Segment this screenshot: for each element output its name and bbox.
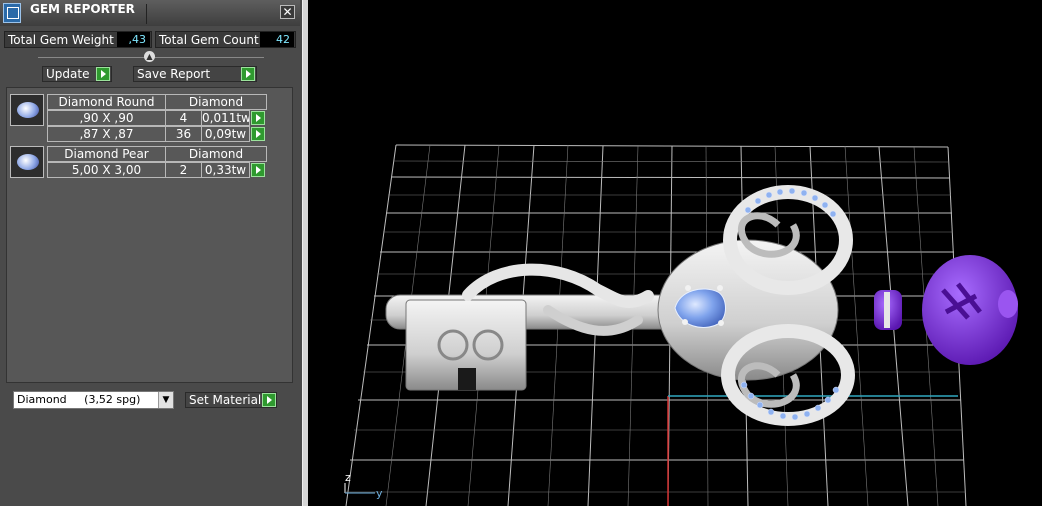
key-model[interactable] — [385, 185, 1018, 426]
gem-count-cell: 4 — [165, 110, 202, 126]
total-gem-weight-text: Total Gem Weight — [8, 33, 114, 47]
prong — [717, 285, 723, 291]
save-report-button-label: Save Report — [137, 67, 211, 81]
collapse-toggle-icon[interactable]: ▲ — [144, 51, 155, 62]
gem-row-go-icon[interactable] — [251, 127, 265, 141]
gem-size-cell: ,90 X ,90 — [47, 110, 166, 126]
gem-size-cell: 5,00 X 3,00 — [47, 162, 166, 178]
axis-y-label: y — [376, 487, 383, 500]
gem-name-cell: Diamond Round — [47, 94, 166, 110]
title-separator — [146, 4, 147, 24]
gem-count-cell: 2 — [165, 162, 202, 178]
gem-row-go-icon[interactable] — [251, 111, 265, 125]
axis-gizmo: z y — [344, 471, 383, 500]
gem-weight-cell: 0,011tw — [201, 110, 250, 126]
gem-count-cell: 36 — [165, 126, 202, 142]
key-bit-notch — [458, 368, 476, 390]
material-select[interactable]: Diamond (3,52 spg) ▼ — [13, 391, 174, 409]
axis-z-label: z — [345, 471, 351, 484]
set-material-button[interactable]: Set Material — [185, 392, 277, 408]
close-button[interactable]: ✕ — [280, 5, 295, 19]
material-select-value: Diamond (3,52 spg) — [17, 393, 141, 406]
pear-gem-icon — [10, 146, 44, 178]
save-report-go-icon[interactable] — [241, 67, 255, 81]
gem-weight-cell: 0,33tw — [201, 162, 250, 178]
set-material-go-icon[interactable] — [262, 393, 276, 407]
title-bar: GEM REPORTER ✕ — [0, 0, 300, 26]
round-gem-icon — [10, 94, 44, 126]
gem-name-cell: Diamond Pear — [47, 146, 166, 162]
gem-size-cell: ,87 X ,87 — [47, 126, 166, 142]
app-icon — [3, 3, 21, 23]
total-gem-count-value: 42 — [260, 32, 294, 47]
set-material-button-label: Set Material — [189, 393, 262, 407]
bail-ring — [884, 292, 890, 328]
3d-viewport[interactable]: z y — [308, 0, 1042, 506]
update-button-label: Update — [46, 67, 90, 81]
gem-reporter-panel: GEM REPORTER ✕ Total Gem Weight ,43 Tota… — [0, 0, 302, 506]
viewport-canvas[interactable]: z y — [308, 0, 1042, 506]
prong — [685, 285, 691, 291]
gem-row-go-icon[interactable] — [251, 163, 265, 177]
update-go-icon[interactable] — [96, 67, 110, 81]
prong — [718, 320, 724, 326]
prong — [682, 319, 688, 325]
total-gem-count-text: Total Gem Count — [159, 33, 259, 47]
update-button[interactable]: Update — [42, 66, 112, 82]
purple-knob-tip — [998, 290, 1018, 318]
gem-list: Diamond Round Diamond ,90 X ,90 4 0,011t… — [6, 87, 293, 383]
gem-material-cell: Diamond — [165, 94, 267, 110]
chevron-down-icon[interactable]: ▼ — [158, 392, 173, 408]
save-report-button[interactable]: Save Report — [133, 66, 257, 82]
gem-weight-cell: 0,09tw — [201, 126, 250, 142]
window-title: GEM REPORTER — [30, 2, 135, 16]
total-gem-weight-value: ,43 — [117, 32, 150, 47]
gem-material-cell: Diamond — [165, 146, 267, 162]
